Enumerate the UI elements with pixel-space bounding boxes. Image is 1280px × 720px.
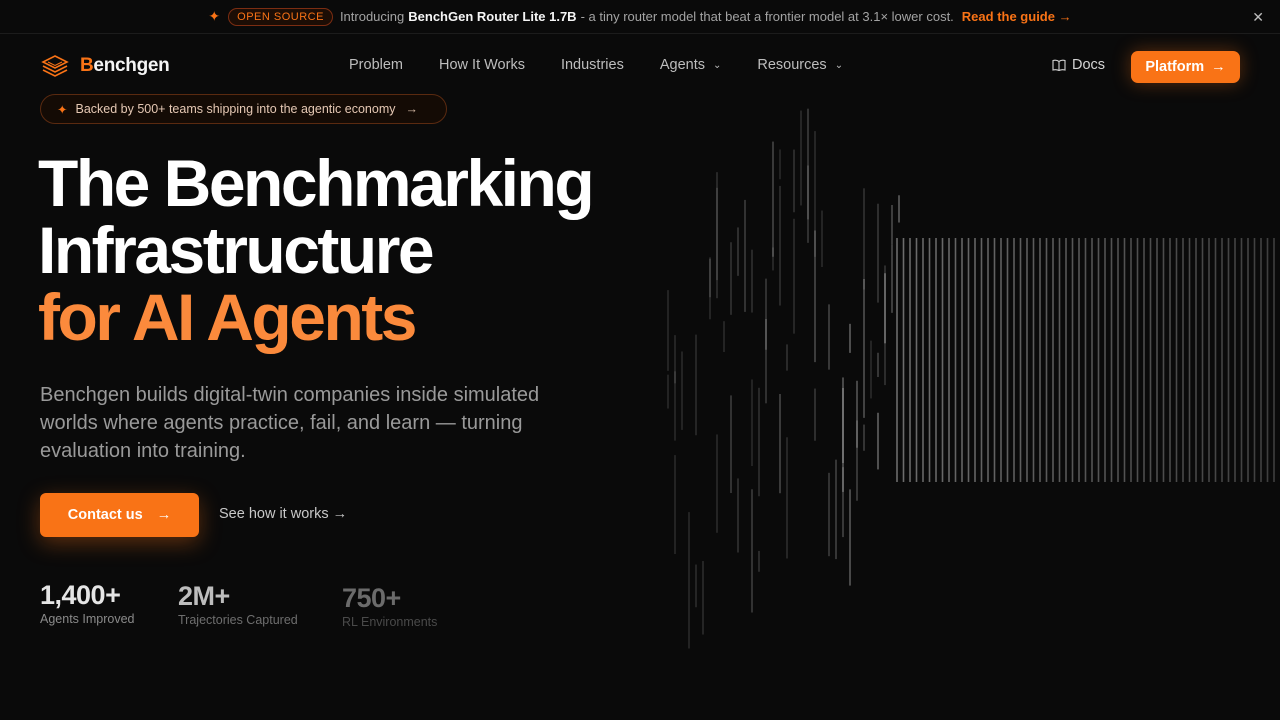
stat-value: 2M+ xyxy=(178,581,230,611)
hero-subtitle: Benchgen builds digital-twin companies i… xyxy=(40,384,540,462)
layers-icon xyxy=(41,55,69,77)
sparkle-icon: ✦ xyxy=(208,8,221,24)
logo-text: Benchgen xyxy=(80,55,170,76)
headline-line-3: for AI Agents xyxy=(38,280,417,354)
read-guide-link[interactable]: Read the guide → xyxy=(962,9,1072,24)
backed-badge-text: Backed by 500+ teams shipping into the a… xyxy=(75,102,396,116)
main-nav: Benchgen Problem How It Works Industries… xyxy=(0,35,1280,99)
book-icon xyxy=(1052,59,1066,71)
chevron-down-icon: ⌄ xyxy=(712,59,722,71)
headline-line-2: Infrastructure xyxy=(38,213,435,287)
stat-environments: 750+ RL Environments xyxy=(342,583,437,629)
see-how-it-works-link[interactable]: See how it works → xyxy=(219,506,347,522)
announcement-description: - a tiny router model that beat a fronti… xyxy=(580,9,954,24)
nav-item-agents[interactable]: Agents ⌄ xyxy=(660,57,722,73)
stat-label: RL Environments xyxy=(342,615,438,629)
arrow-right-icon: → xyxy=(156,507,172,523)
arrow-right-icon: → xyxy=(405,102,418,116)
nav-item-industries[interactable]: Industries xyxy=(561,57,624,73)
announcement-product: BenchGen Router Lite 1.7B xyxy=(408,9,577,24)
nav-item-resources[interactable]: Resources ⌄ xyxy=(757,57,843,73)
platform-button[interactable]: Platform → xyxy=(1131,51,1240,83)
announcement-intro: Introducing xyxy=(339,9,405,24)
logo[interactable]: Benchgen xyxy=(40,53,170,79)
stat-agents-improved: 1,400+ Agents Improved xyxy=(40,580,135,626)
arrow-right-icon: → xyxy=(1211,59,1226,75)
stat-trajectories: 2M+ Trajectories Captured xyxy=(178,581,298,627)
stat-value: 750+ xyxy=(342,583,401,613)
contact-button[interactable]: Contact us → xyxy=(40,493,199,537)
announcement-bar: ✦ OPEN SOURCE Introducing BenchGen Route… xyxy=(0,0,1280,34)
docs-link[interactable]: Docs xyxy=(1052,57,1105,73)
stat-label: Agents Improved xyxy=(40,612,135,626)
chevron-down-icon: ⌄ xyxy=(834,59,844,71)
stat-value: 1,400+ xyxy=(40,580,121,610)
sparkle-icon: ✦ xyxy=(57,102,68,117)
nav-item-how-it-works[interactable]: How It Works xyxy=(439,57,525,73)
close-icon[interactable]: ✕ xyxy=(1252,9,1264,26)
open-source-badge: OPEN SOURCE xyxy=(228,7,333,26)
stat-label: Trajectories Captured xyxy=(178,613,298,627)
nav-menu: Problem How It Works Industries Agents ⌄ … xyxy=(349,57,879,73)
hero-headline: The Benchmarking Infrastructure for AI A… xyxy=(38,146,595,354)
headline-line-1: The Benchmarking xyxy=(38,146,595,220)
nav-item-problem[interactable]: Problem xyxy=(349,57,403,73)
